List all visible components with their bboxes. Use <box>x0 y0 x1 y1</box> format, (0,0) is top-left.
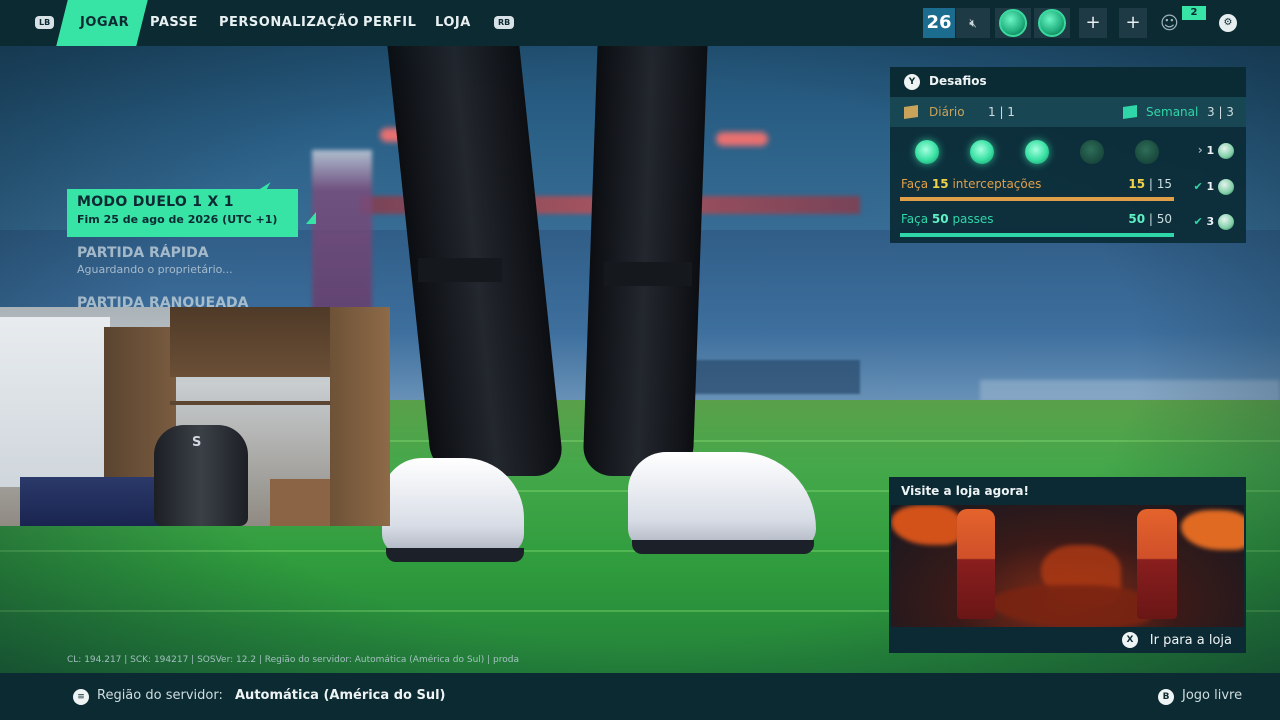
mode-title: MODO DUELO 1 X 1 <box>77 194 234 210</box>
webcam-desk <box>270 479 330 526</box>
flame-shape <box>891 505 961 545</box>
tab-passe[interactable]: PASSE <box>150 0 198 46</box>
tier-reward: › 1 <box>1198 143 1234 159</box>
progress-dot <box>970 140 994 164</box>
daily-icon <box>904 105 918 119</box>
shop-promo-card[interactable]: Visite a loja agora! X Ir para a loja <box>889 477 1246 653</box>
flame-shape <box>1181 510 1244 550</box>
shop-promo-artwork <box>891 505 1244 627</box>
go-to-shop-button[interactable]: X Ir para a loja <box>889 627 1246 653</box>
tab-daily[interactable]: Diário <box>929 105 965 119</box>
x-button-icon: X <box>1122 632 1138 648</box>
shop-promo-title: Visite a loja agora! <box>901 484 1029 498</box>
tab-loja[interactable]: LOJA <box>435 0 471 46</box>
challenge-interceptions-bar <box>900 197 1174 201</box>
reward-ball-icon <box>1218 179 1234 195</box>
weekly-count: 3 | 3 <box>1207 105 1234 119</box>
progress-dot <box>1025 140 1049 164</box>
webcam-window <box>0 317 110 487</box>
weekly-icon <box>1123 105 1137 119</box>
mode-quick-match[interactable]: PARTIDA RÁPIDA Aguardando o proprietário… <box>77 245 233 276</box>
ball-icon[interactable] <box>1034 8 1070 38</box>
reward-ball-icon <box>1218 143 1234 159</box>
challenges-tabs: Diário 1 | 1 Semanal 3 | 3 <box>890 97 1246 127</box>
mode-title: PARTIDA RÁPIDA <box>77 245 209 261</box>
mode-subtitle: Fim 25 de ago de 2026 (UTC +1) <box>77 213 278 226</box>
progress-dot <box>1135 140 1159 164</box>
webcam-overlay: S <box>0 307 390 526</box>
tab-weekly[interactable]: Semanal <box>1146 105 1198 119</box>
challenges-header: Y Desafios <box>890 67 1246 97</box>
challenge-passes: Faça 50 passes <box>901 212 994 226</box>
top-nav-bar: LB JOGAR PASSE PERSONALIZAÇÃO PERFIL LOJ… <box>0 0 1280 46</box>
player-level-badge: 26 <box>923 8 955 38</box>
lava-floor <box>991 585 1151 627</box>
settings-icon[interactable]: ⚙ <box>1219 14 1237 32</box>
menu-icon[interactable]: ≡ <box>73 689 89 705</box>
check-icon: ✔ <box>1193 215 1203 228</box>
challenge-interceptions-reward: ✔ 1 <box>1193 179 1234 195</box>
rb-bumper-icon[interactable]: RB <box>494 16 515 29</box>
build-version-text: CL: 194.217 | SCK: 194217 | SOSVer: 12.2… <box>67 655 520 665</box>
plus-icon[interactable]: + <box>1079 8 1107 38</box>
challenge-passes-progress: 50 | 50 <box>1128 212 1172 226</box>
lb-bumper-icon[interactable]: LB <box>35 16 55 29</box>
reward-ball-icon <box>1218 214 1234 230</box>
daily-count: 1 | 1 <box>988 105 1015 119</box>
y-button-icon: Y <box>904 74 920 90</box>
shop-player-left <box>957 509 995 619</box>
chair-logo-icon: S <box>192 435 202 450</box>
challenge-passes-bar <box>900 233 1174 237</box>
webcam-wardrobe <box>330 307 390 526</box>
friends-icon[interactable]: ☺ <box>1160 12 1180 36</box>
free-play-label[interactable]: Jogo livre <box>1182 688 1242 703</box>
challenges-panel[interactable]: Y Desafios Diário 1 | 1 Semanal 3 | 3 › … <box>890 67 1246 243</box>
bottom-bar: ≡ Região do servidor: Automática (Améric… <box>0 673 1280 720</box>
shop-player-right <box>1137 509 1177 619</box>
mute-icon[interactable]: 🔇︎ <box>956 8 990 38</box>
go-to-shop-label: Ir para a loja <box>1149 633 1232 648</box>
progress-dot <box>915 140 939 164</box>
friends-count-badge: 2 <box>1182 6 1206 20</box>
challenge-interceptions: Faça 15 interceptações <box>901 177 1042 191</box>
server-region-value[interactable]: Automática (América do Sul) <box>235 688 445 703</box>
server-region-label: Região do servidor: <box>97 688 223 703</box>
mode-duel-1x1[interactable]: MODO DUELO 1 X 1 Fim 25 de ago de 2026 (… <box>67 189 298 237</box>
challenge-passes-reward: ✔ 3 <box>1193 214 1234 230</box>
tab-jogar[interactable]: JOGAR <box>80 0 129 46</box>
tier-reward-count: 1 <box>1206 144 1215 157</box>
b-button-icon[interactable]: B <box>1158 689 1174 705</box>
tab-personalizacao[interactable]: PERSONALIZAÇÃO <box>219 0 359 46</box>
challenges-title: Desafios <box>929 74 987 88</box>
plus-icon[interactable]: + <box>1119 8 1147 38</box>
mode-subtitle: Aguardando o proprietário... <box>77 263 233 276</box>
check-icon: ✔ <box>1193 180 1203 193</box>
challenge-interceptions-progress: 15 | 15 <box>1128 177 1172 191</box>
progress-dot <box>1080 140 1104 164</box>
webcam-shelf-line <box>170 401 330 405</box>
club-badge-icon[interactable] <box>995 8 1031 38</box>
tab-perfil[interactable]: PERFIL <box>363 0 416 46</box>
